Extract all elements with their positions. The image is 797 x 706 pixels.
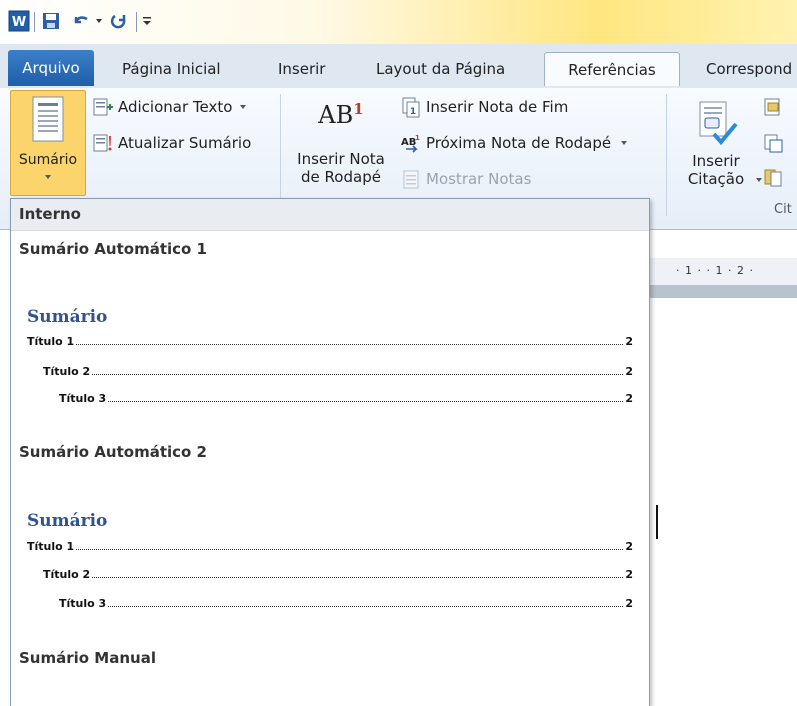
tab-referencias[interactable]: Referências [544,52,680,86]
undo-icon[interactable] [70,10,92,32]
toc-line: Título 12 [27,540,633,553]
add-text-icon [93,98,113,116]
customize-qat-icon[interactable] [140,10,154,32]
section-title: Sumário Automático 2 [19,443,207,461]
toc-button-label: Sumário [18,152,78,168]
tab-arquivo[interactable]: Arquivo [8,50,94,86]
undo-dropdown-icon[interactable] [93,10,105,32]
add-text-button[interactable]: Adicionar Texto [92,94,248,120]
toc-line: Título 32 [59,597,633,610]
toc-heading: Sumário [27,307,108,327]
quick-access-toolbar: W [0,0,797,44]
next-footnote-button[interactable]: AB 1 Próxima Nota de Rodapé [400,130,629,156]
toc-heading: Sumário [27,511,108,531]
style-icon[interactable] [762,132,784,154]
redo-icon[interactable] [108,10,130,32]
svg-text:W: W [12,15,26,30]
word-icon[interactable]: W [8,10,30,32]
insert-endnote-button[interactable]: 1 Inserir Nota de Fim [400,94,568,120]
svg-text:1: 1 [410,107,416,117]
insert-citation-button[interactable]: Inserir Citação [674,100,758,188]
citation-icon [699,101,738,146]
insert-footnote-button[interactable]: AB1 Inserir Nota de Rodapé [288,100,394,186]
gallery-header: Interno [11,199,649,231]
chevron-down-icon [45,175,51,179]
svg-text:1: 1 [415,134,420,142]
manage-sources-icon[interactable] [762,96,784,118]
toc-button[interactable]: Sumário [10,90,86,196]
section-title: Sumário Automático 1 [19,240,207,258]
ruler: · 1 · · 1 · 2 · [648,258,797,286]
toc-icon [32,96,64,142]
citations-group-label: Cit [774,202,792,217]
tab-layout-da-pagina[interactable]: Layout da Página [376,52,505,86]
section-title: Sumário Manual [19,649,156,667]
tab-inserir[interactable]: Inserir [278,52,325,86]
footnote-icon: AB1 [318,100,364,129]
save-icon[interactable] [40,10,62,32]
endnote-icon: 1 [402,97,420,118]
document-edge [648,286,797,298]
text-cursor [656,505,658,539]
update-toc-icon [93,134,112,152]
toc-line: Título 22 [43,365,633,378]
toc-line: Título 32 [59,392,633,405]
show-notes-button[interactable]: Mostrar Notas [400,166,531,192]
toc-preview-automatic-1[interactable]: Sumário Título 12 Título 22 Título 32 [11,269,649,407]
toc-preview-automatic-2[interactable]: Sumário Título 12 Título 22 Título 32 [11,473,649,613]
update-toc-button[interactable]: Atualizar Sumário [92,130,251,156]
tab-pagina-inicial[interactable]: Página Inicial [122,52,221,86]
toc-line: Título 12 [27,335,633,348]
tab-correspondencias[interactable]: Correspond [706,52,792,86]
chevron-down-icon [621,141,628,145]
toc-gallery: Interno Sumário Automático 1 Sumário Tít… [10,198,650,706]
chevron-down-icon [240,105,247,109]
next-footnote-icon: AB1 [401,134,420,153]
ribbon-tabs: Arquivo Página Inicial Inserir Layout da… [0,44,797,88]
bibliography-icon[interactable] [762,166,784,188]
show-notes-icon [403,170,419,189]
toc-preview-manual[interactable] [11,675,649,706]
toc-line: Título 22 [43,568,633,581]
